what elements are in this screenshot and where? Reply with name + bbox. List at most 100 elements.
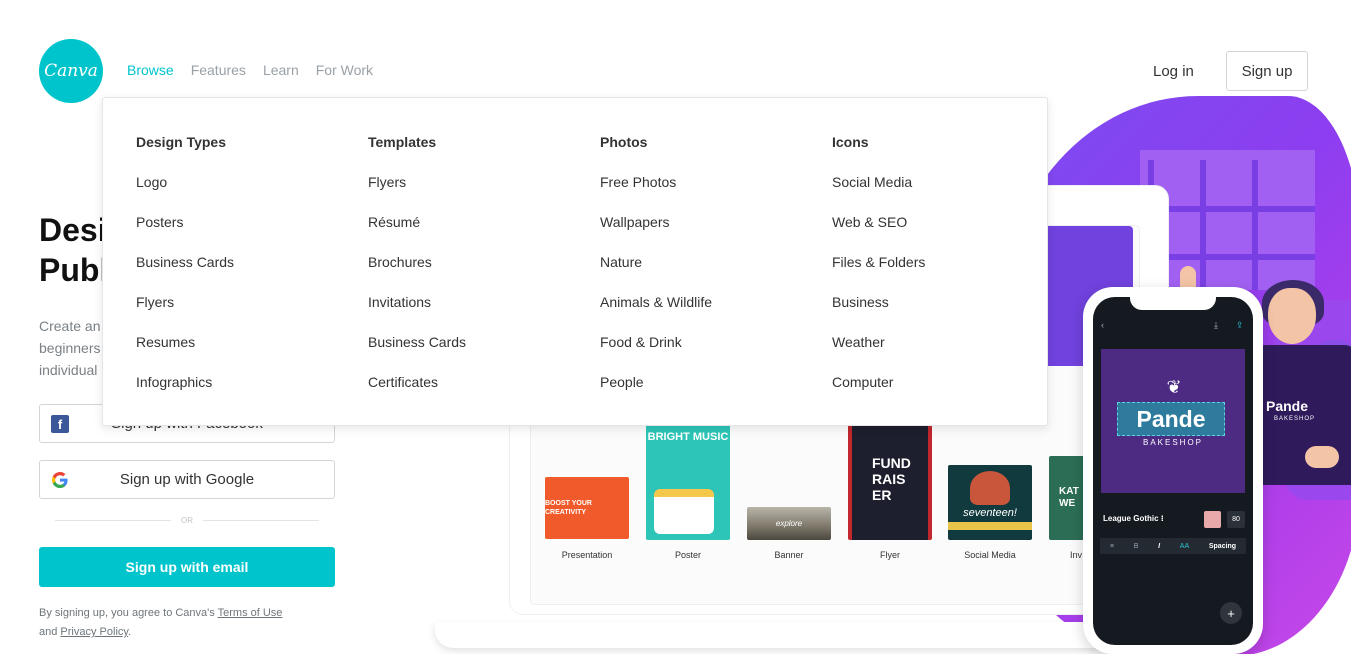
menu-item-computer[interactable]: Computer bbox=[832, 374, 1032, 414]
font-selector: League Gothic ⁝ bbox=[1103, 514, 1164, 523]
menu-item-template-flyers[interactable]: Flyers bbox=[368, 174, 568, 214]
bold-button: B bbox=[1133, 542, 1139, 550]
share-icon: ⇪ bbox=[1236, 320, 1244, 330]
menu-item-animals-wildlife[interactable]: Animals & Wildlife bbox=[600, 294, 800, 334]
google-signup-label: Sign up with Google bbox=[119, 471, 255, 488]
menu-item-flyers[interactable]: Flyers bbox=[136, 294, 336, 334]
banner-thumb-text: explore bbox=[775, 519, 803, 528]
social-media-thumbnail[interactable]: seventeen! bbox=[948, 465, 1032, 540]
presentation-thumb-text: BOOST YOUR CREATIVITY bbox=[545, 500, 592, 516]
hero-title-line1: Desi bbox=[39, 212, 107, 248]
presentation-thumbnail[interactable]: BOOST YOUR CREATIVITY bbox=[545, 477, 629, 539]
apron-sub: BAKESHOP bbox=[1274, 416, 1316, 422]
menu-item-social-media[interactable]: Social Media bbox=[832, 174, 1032, 214]
menu-item-weather[interactable]: Weather bbox=[832, 334, 1032, 374]
menu-column-photos: Photos Free Photos Wallpapers Nature Ani… bbox=[600, 134, 800, 414]
italic-button: I bbox=[1158, 542, 1161, 550]
menu-item-posters[interactable]: Posters bbox=[136, 214, 336, 254]
menu-item-template-certificates[interactable]: Certificates bbox=[368, 374, 568, 414]
menu-column-templates: Templates Flyers Résumé Brochures Invita… bbox=[368, 134, 568, 414]
nav-learn[interactable]: Learn bbox=[263, 62, 299, 78]
menu-item-wallpapers[interactable]: Wallpapers bbox=[600, 214, 800, 254]
menu-item-template-resume[interactable]: Résumé bbox=[368, 214, 568, 254]
drum-illustration bbox=[654, 489, 714, 534]
hero-title-line2: Publ bbox=[39, 252, 109, 288]
browse-dropdown-menu: Design Types Logo Posters Business Cards… bbox=[102, 97, 1048, 426]
text-toolbar: ≡ B I AA Spacing bbox=[1100, 538, 1246, 554]
menu-item-business-cards[interactable]: Business Cards bbox=[136, 254, 336, 294]
menu-item-template-brochures[interactable]: Brochures bbox=[368, 254, 568, 294]
download-icon: ⤓ bbox=[1214, 320, 1218, 330]
ribbon-decoration bbox=[948, 522, 1032, 530]
menu-heading-design-types: Design Types bbox=[136, 134, 226, 150]
menu-item-template-business-cards[interactable]: Business Cards bbox=[368, 334, 568, 374]
menu-item-resumes[interactable]: Resumes bbox=[136, 334, 336, 374]
laptop-base bbox=[435, 622, 1115, 648]
google-signup-button[interactable]: Sign up with Google bbox=[39, 460, 335, 499]
main-nav: Browse Features Learn For Work bbox=[127, 62, 373, 78]
terms-notice: By signing up, you agree to Canva's Term… bbox=[39, 604, 339, 642]
menu-heading-photos: Photos bbox=[600, 134, 648, 150]
case-button: AA bbox=[1179, 542, 1190, 550]
canva-logo[interactable]: Canva bbox=[39, 39, 103, 103]
baker-apron bbox=[1255, 345, 1351, 485]
divider-line bbox=[203, 520, 319, 521]
poster-thumb-text: BRIGHT MUSIC bbox=[647, 431, 729, 443]
menu-item-template-invitations[interactable]: Invitations bbox=[368, 294, 568, 334]
thumb-label-flyer: Flyer bbox=[880, 550, 900, 560]
phone-design-brand: Pande bbox=[1117, 402, 1225, 436]
nav-browse[interactable]: Browse bbox=[127, 62, 174, 78]
font-size: 80 bbox=[1227, 511, 1245, 528]
menu-item-free-photos[interactable]: Free Photos bbox=[600, 174, 800, 214]
or-label: OR bbox=[181, 516, 193, 525]
back-icon: ‹ bbox=[1101, 320, 1104, 330]
hero-title: Desi Publ bbox=[39, 210, 108, 290]
login-link[interactable]: Log in bbox=[1153, 63, 1194, 80]
terms-prefix: By signing up, you agree to Canva's bbox=[39, 607, 218, 619]
banner-thumbnail[interactable]: explore bbox=[747, 507, 831, 540]
menu-item-food-drink[interactable]: Food & Drink bbox=[600, 334, 800, 374]
thumb-label-social-media: Social Media bbox=[964, 550, 1016, 560]
terms-suffix: . bbox=[128, 626, 132, 638]
poster-thumbnail[interactable]: BRIGHT MUSIC bbox=[646, 425, 730, 540]
menu-item-web-seo[interactable]: Web & SEO bbox=[832, 214, 1032, 254]
thumb-label-presentation: Presentation bbox=[561, 550, 613, 560]
phone-design-sub: BAKESHOP bbox=[1142, 438, 1203, 447]
flyer-thumbnail[interactable]: FUND RAIS ER bbox=[848, 425, 932, 540]
signup-button[interactable]: Sign up bbox=[1226, 51, 1308, 91]
or-divider: OR bbox=[55, 516, 319, 525]
divider-line bbox=[55, 520, 171, 521]
terms-of-use-link[interactable]: Terms of Use bbox=[218, 607, 283, 619]
menu-column-design-types: Design Types Logo Posters Business Cards… bbox=[136, 134, 336, 414]
flyer-thumb-text: FUND RAIS ER bbox=[872, 455, 911, 503]
google-icon bbox=[51, 471, 69, 489]
menu-item-business[interactable]: Business bbox=[832, 294, 1032, 334]
canva-homepage: BOOST YOUR CREATIVITY Presentation BRIGH… bbox=[0, 0, 1351, 654]
terms-and: and bbox=[39, 626, 61, 638]
photo-illustration bbox=[970, 471, 1010, 505]
nav-for-work[interactable]: For Work bbox=[316, 62, 373, 78]
apron-brand: Pande bbox=[1266, 398, 1309, 414]
invite-thumb-text: KAT WE bbox=[1059, 486, 1079, 509]
menu-heading-templates: Templates bbox=[368, 134, 437, 150]
thumb-label-poster: Poster bbox=[674, 550, 701, 560]
menu-item-infographics[interactable]: Infographics bbox=[136, 374, 336, 414]
add-icon: + bbox=[1220, 602, 1242, 624]
nav-features[interactable]: Features bbox=[191, 62, 246, 78]
menu-item-files-folders[interactable]: Files & Folders bbox=[832, 254, 1032, 294]
phone-notch bbox=[1130, 296, 1216, 310]
thumb-label-banner: Banner bbox=[774, 550, 804, 560]
privacy-policy-link[interactable]: Privacy Policy bbox=[60, 626, 128, 638]
facebook-icon: f bbox=[51, 415, 69, 433]
social-thumb-text: seventeen! bbox=[963, 506, 1017, 519]
email-signup-button[interactable]: Sign up with email bbox=[39, 547, 335, 587]
wheat-icon: ❦ bbox=[1166, 377, 1182, 397]
align-icon: ≡ bbox=[1109, 542, 1114, 550]
menu-column-icons: Icons Social Media Web & SEO Files & Fol… bbox=[832, 134, 1032, 414]
spacing-button: Spacing bbox=[1208, 542, 1237, 550]
menu-item-nature[interactable]: Nature bbox=[600, 254, 800, 294]
menu-item-people[interactable]: People bbox=[600, 374, 800, 414]
baker-face bbox=[1268, 288, 1316, 344]
menu-item-logo[interactable]: Logo bbox=[136, 174, 336, 214]
menu-heading-icons: Icons bbox=[832, 134, 869, 150]
